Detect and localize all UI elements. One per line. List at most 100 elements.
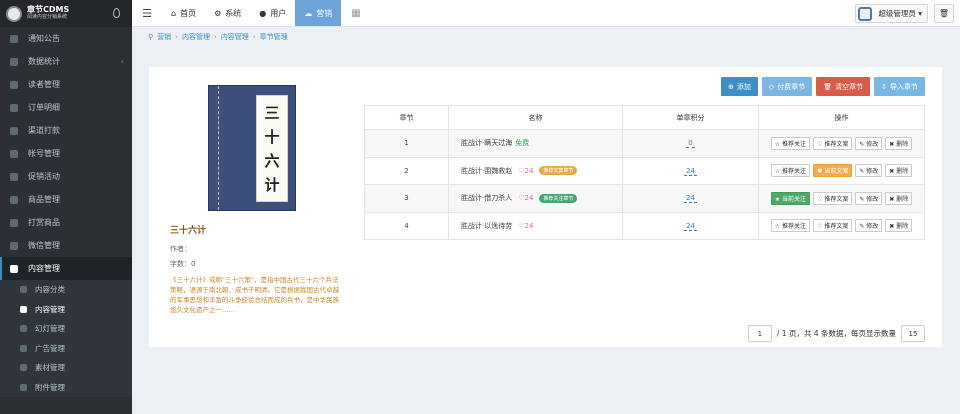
page-input[interactable]: 1: [747, 325, 772, 342]
menu-toggle-icon[interactable]: ☰: [132, 0, 162, 26]
recommend-copy-button[interactable]: ♡ 推荐文案: [813, 219, 853, 233]
folder-icon: [20, 286, 27, 294]
sidebar-item-label: 商品管理: [28, 195, 60, 204]
sidebar-item-orders[interactable]: 订单明细: [0, 96, 132, 119]
image-icon: [20, 364, 27, 372]
sidebar-menu: 通知公告 数据统计 ‹ 读者管理 订单明细 渠道打款 帐号管理 促销活动 商品管理…: [0, 27, 132, 397]
delete-button[interactable]: ✖ 删除: [885, 136, 913, 150]
add-label: 添加: [736, 82, 751, 91]
chapter-name-cell: 胜战计·瞒天过海 免费: [448, 129, 623, 158]
column-header: 名称: [448, 105, 623, 130]
chapter-score[interactable]: 24: [684, 221, 697, 231]
chapter-name[interactable]: 胜战计·围魏救赵: [461, 167, 512, 175]
chapter-score[interactable]: 24: [684, 194, 697, 204]
paid-label: 付费章节: [777, 82, 806, 91]
chapter-table: 章节 名称 单章积分 操作 1 胜战计·瞒天过海 免费 0 ☆ 推荐关注 ♡ 推荐…: [364, 105, 925, 240]
sidebar-item-stats[interactable]: 数据统计 ‹: [0, 50, 132, 73]
table-row: 2 胜战计·围魏救赵 ♡24 推荐文案章节 24 ☆ 推荐关注 ♥ 当前文案 ✎ 修…: [364, 156, 925, 185]
sidebar-subitem-ads[interactable]: 广告管理: [0, 338, 132, 358]
edit-button[interactable]: ✎ 修改: [855, 191, 883, 205]
grid-icon[interactable]: ▦: [341, 0, 370, 26]
column-header: 单章积分: [622, 105, 759, 130]
edit-button[interactable]: ✎ 修改: [855, 164, 883, 178]
column-header: 操作: [758, 105, 925, 130]
chapter-name[interactable]: 胜战计·以逸待劳: [461, 222, 512, 230]
recommend-follow-button[interactable]: ☆ 推荐关注: [770, 136, 811, 150]
breadcrumb-item[interactable]: 内容管理: [221, 32, 249, 42]
clear-chapters-button[interactable]: 🗑 清空章节: [816, 77, 871, 96]
breadcrumb-item[interactable]: 章节管理: [260, 32, 288, 42]
sidebar-item-accounts[interactable]: 帐号管理: [0, 142, 132, 165]
sidebar-subitem-category[interactable]: 内容分类: [0, 280, 132, 300]
edit-button[interactable]: ✎ 修改: [855, 219, 883, 233]
sidebar-item-promo[interactable]: 促销活动: [0, 165, 132, 188]
recommend-copy-button[interactable]: ♡ 推荐文案: [813, 191, 853, 205]
delete-button[interactable]: ✖ 删除: [885, 164, 913, 178]
sidebar-item-tips[interactable]: 打赏商品: [0, 211, 132, 234]
download-icon: ⇩: [881, 82, 887, 91]
sidebar-item-label: 读者管理: [28, 80, 60, 89]
book-word-count: 字数：0: [170, 260, 196, 268]
sidebar-subitem-label: 素材管理: [35, 363, 65, 373]
breadcrumb-item[interactable]: 营销: [157, 32, 171, 42]
recommend-copy-button[interactable]: ♡ 推荐文案: [813, 136, 853, 150]
breadcrumb-item[interactable]: 内容管理: [182, 32, 210, 42]
tab-system[interactable]: ⚙ 系统: [205, 0, 250, 26]
sidebar-subitem-materials[interactable]: 素材管理: [0, 358, 132, 378]
edit-button[interactable]: ✎ 修改: [855, 136, 883, 150]
avatar: [858, 6, 873, 21]
breadcrumb-separator: ›: [213, 33, 217, 41]
chapter-name[interactable]: 胜战计·借刀杀人: [461, 194, 512, 202]
tab-users[interactable]: ● 用户: [250, 0, 295, 26]
sidebar-item-label: 微信管理: [28, 241, 60, 250]
theme-drop-icon[interactable]: [113, 8, 120, 18]
book-description: 《三十六计》或称"三十六策"，是指中国古代三十六个兵法策略，语源于南北朝，成书于…: [170, 276, 339, 314]
sidebar-subitem-label: 幻灯管理: [35, 324, 65, 334]
score-cell: 24: [622, 211, 759, 240]
sidebar-subitem-slides[interactable]: 幻灯管理: [0, 319, 132, 339]
paid-chapter-button[interactable]: ◇ 付费章节: [761, 77, 813, 96]
import-chapters-button[interactable]: ⇩ 导入章节: [874, 77, 925, 96]
chapter-score[interactable]: 24: [684, 166, 697, 176]
sidebar-subitem-content[interactable]: 内容管理: [0, 299, 132, 319]
tab-marketing[interactable]: ☁ 营销: [295, 0, 342, 26]
sidebar-item-products[interactable]: 商品管理: [0, 188, 132, 211]
sidebar-item-content[interactable]: 内容管理: [0, 257, 132, 280]
gear-icon: ⚙: [214, 8, 222, 18]
current-copy-button[interactable]: ♥ 当前文案: [813, 164, 853, 178]
pagination-text: / 1 页，共 4 条数据，每页显示数量: [776, 329, 896, 338]
recommend-follow-button[interactable]: ☆ 推荐关注: [770, 164, 811, 178]
score-cell: 24: [622, 156, 759, 185]
brand[interactable]: 章节CDMS 阅读内容分销系统: [0, 0, 132, 27]
sidebar-item-wechat[interactable]: 微信管理: [0, 234, 132, 257]
user-menu[interactable]: 超级管理员 ▾: [855, 4, 928, 23]
user-group-icon: [10, 149, 18, 158]
trash-icon[interactable]: 🗑: [934, 4, 954, 23]
delete-button[interactable]: ✖ 删除: [885, 219, 913, 233]
sidebar-item-label: 内容管理: [28, 264, 60, 273]
per-page-input[interactable]: 15: [901, 325, 925, 342]
current-follow-button[interactable]: ★ 当前关注: [770, 191, 811, 205]
tab-home[interactable]: ⌂ 首页: [162, 0, 205, 26]
delete-button[interactable]: ✖ 删除: [885, 191, 913, 205]
sidebar-subitem-attachments[interactable]: 附件管理: [0, 377, 132, 397]
sidebar-subitem-label: 广告管理: [35, 343, 65, 353]
add-button[interactable]: ⊕ 添加: [720, 77, 758, 96]
recommend-follow-button[interactable]: ☆ 推荐关注: [770, 219, 811, 233]
chapter-name[interactable]: 胜战计·瞒天过海: [461, 139, 512, 147]
chat-icon: [10, 34, 18, 43]
sidebar-item-readers[interactable]: 读者管理: [0, 73, 132, 96]
chart-icon: [10, 57, 18, 66]
table-row: 3 胜战计·借刀杀人 ♡24 推荐关注章节 24 ★ 当前关注 ♡ 推荐文案 ✎ 修…: [364, 184, 925, 213]
chapter-number: 1: [364, 129, 449, 158]
sidebar-item-notice[interactable]: 通知公告: [0, 27, 132, 50]
sidebar-item-payout[interactable]: 渠道打款: [0, 119, 132, 142]
sidebar-subitem-label: 内容管理: [35, 304, 65, 314]
folder-icon: [10, 264, 18, 273]
cloud-icon: ☁: [304, 8, 313, 18]
tab-label: 系统: [225, 8, 242, 18]
book-spine: [209, 86, 219, 210]
tab-label: 首页: [180, 8, 197, 18]
cover-char: 十: [264, 127, 280, 146]
chapter-score[interactable]: 0: [686, 139, 695, 149]
